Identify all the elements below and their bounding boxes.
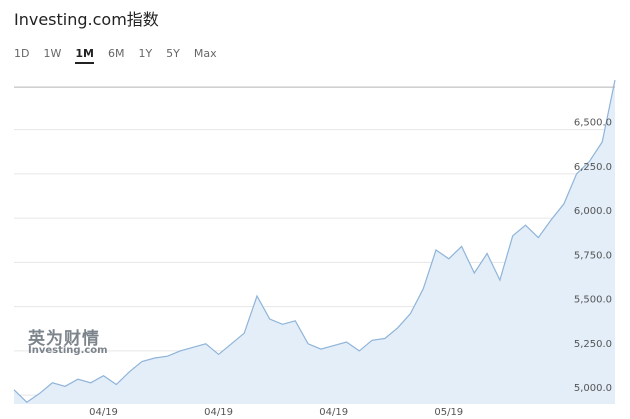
y-tick-label: 6,000.0 [574,206,612,217]
x-tick-label: 04/19 [89,407,118,418]
y-tick-label: 6,500.0 [574,118,612,129]
y-tick-label: 5,500.0 [574,295,612,306]
index-chart: 5,000.0 5,250.0 5,500.0 5,750.0 6,000.0 6,250… [13,79,616,418]
watermark-en: Investing.com [28,345,108,356]
watermark-logo: 英为财情 Investing.com [28,331,108,356]
y-tick-label: 6,250.0 [574,162,612,173]
y-tick-label: 5,750.0 [574,250,612,261]
x-tick-label: 04/19 [204,407,233,418]
x-tick-label: 04/19 [319,407,348,418]
y-tick-label: 5,250.0 [574,339,612,350]
y-tick-label: 5,000.0 [574,383,612,394]
x-axis-ticks: 04/19 04/19 04/19 05/19 [89,407,463,418]
x-tick-label: 05/19 [434,407,463,418]
